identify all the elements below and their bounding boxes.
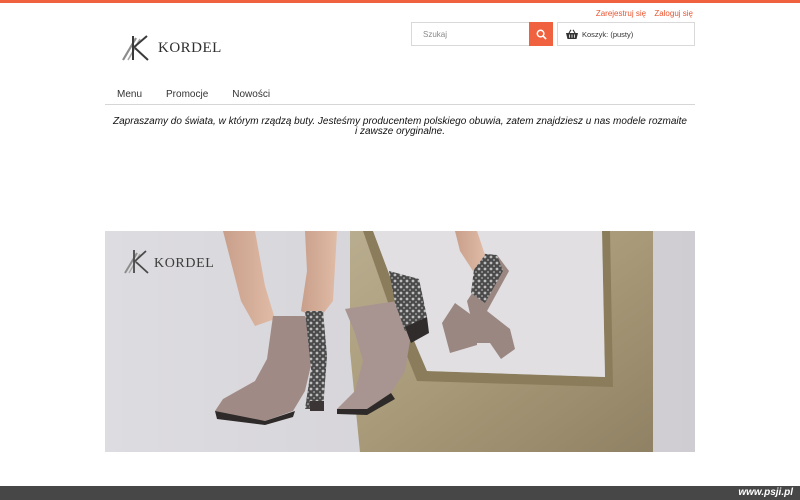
- search-input[interactable]: [412, 23, 531, 45]
- cart-button[interactable]: Koszyk: (pusty): [557, 22, 695, 46]
- nav-item-menu[interactable]: Menu: [105, 87, 154, 104]
- intro-text: Zapraszamy do świata, w którym rządzą bu…: [113, 116, 687, 137]
- basket-icon: [566, 29, 578, 39]
- watermark: www.psji.pl: [738, 487, 793, 498]
- top-accent-line: [0, 0, 800, 3]
- kordel-logo-icon: [122, 35, 149, 61]
- main-nav: Menu Promocje Nowości: [105, 87, 695, 105]
- logo-text: KORDEL: [158, 39, 222, 56]
- login-link[interactable]: Zaloguj się: [654, 9, 693, 18]
- hero-banner[interactable]: KORDEL: [105, 231, 695, 452]
- auth-links: Zarejestruj się Zaloguj się: [590, 9, 693, 18]
- boots-banner-image: KORDEL: [105, 231, 695, 452]
- nav-item-nowosci[interactable]: Nowości: [220, 87, 282, 104]
- search-icon: [536, 29, 547, 40]
- register-link[interactable]: Zarejestruj się: [596, 9, 646, 18]
- nav-item-promocje[interactable]: Promocje: [154, 87, 220, 104]
- site-logo[interactable]: KORDEL: [120, 33, 222, 63]
- search-box: [411, 22, 553, 46]
- bottom-bar: www.psji.pl: [0, 486, 800, 500]
- banner-logo-text: KORDEL: [154, 256, 214, 271]
- cart-label: Koszyk: (pusty): [582, 29, 634, 39]
- search-button[interactable]: [529, 22, 553, 46]
